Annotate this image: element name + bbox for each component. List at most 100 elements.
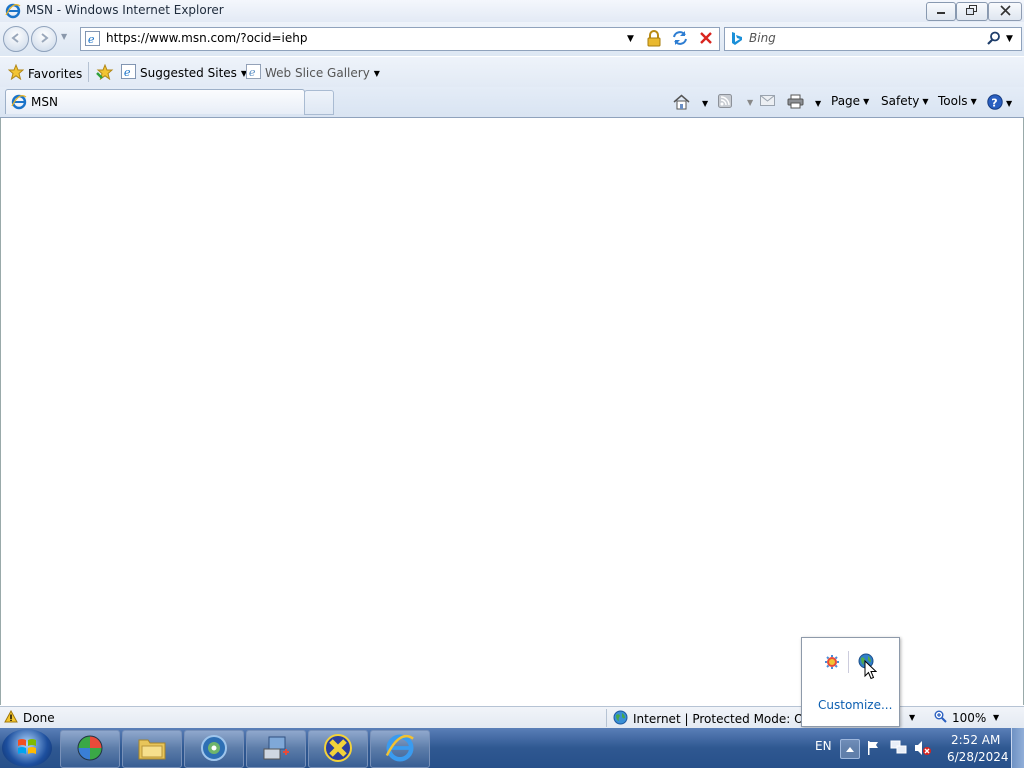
favorites-bar: Favorites e Suggested Sites ▼ e Web Slic…	[0, 57, 1024, 87]
zone-text: Internet | Protected Mode: On	[633, 712, 812, 726]
favorites-star-icon	[7, 63, 25, 83]
restore-button[interactable]	[956, 2, 988, 21]
help-button[interactable]: ? ▼	[987, 94, 1012, 113]
window-title: MSN - Windows Internet Explorer	[26, 3, 224, 17]
zoom-dropdown-icon[interactable]: ▼	[993, 713, 999, 722]
home-button[interactable]: ▼	[673, 94, 708, 113]
taskbar: EN 2:52 AM 6/28/2024	[0, 728, 1024, 768]
warning-icon	[4, 709, 18, 726]
suggested-sites-label: Suggested Sites	[140, 66, 237, 80]
status-dropdown-icon[interactable]: ▼	[909, 713, 915, 722]
taskbar-app-x[interactable]	[308, 730, 368, 768]
close-icon	[999, 4, 1011, 19]
popup-divider	[848, 651, 849, 673]
media-globe-icon	[200, 734, 228, 765]
taskbar-app-color-globe[interactable]	[60, 730, 120, 768]
search-icon[interactable]	[987, 31, 1001, 48]
volume-muted-icon[interactable]	[914, 740, 932, 759]
folder-icon	[137, 735, 167, 764]
bing-logo-icon	[731, 31, 743, 49]
search-dropdown-icon[interactable]: ▼	[1006, 34, 1013, 44]
page-menu-label: Page	[831, 94, 861, 108]
address-url[interactable]: https://www.msn.com/?ocid=iehp	[106, 31, 307, 45]
status-divider	[606, 709, 607, 727]
svg-text:?: ?	[991, 97, 997, 110]
mouse-cursor-icon	[864, 659, 878, 683]
print-button[interactable]: ▼	[787, 94, 821, 112]
print-dropdown-icon[interactable]: ▼	[815, 99, 821, 108]
search-box[interactable]: Bing ▼	[724, 27, 1022, 51]
internet-globe-icon	[613, 710, 628, 728]
taskbar-app-explorer[interactable]	[122, 730, 182, 768]
back-button[interactable]	[3, 26, 29, 52]
safety-menu-label: Safety	[881, 94, 920, 108]
taskbar-app-internet-explorer[interactable]	[370, 730, 430, 768]
show-hidden-icons-button[interactable]	[840, 739, 860, 759]
taskbar-app-media[interactable]	[184, 730, 244, 768]
help-dropdown-icon: ▼	[1006, 99, 1013, 108]
zoom-level: 100%	[952, 711, 987, 725]
tools-menu[interactable]: Tools ▼	[938, 94, 977, 108]
action-center-flag-icon[interactable]	[866, 740, 880, 759]
tab-row: MSN ▼ ▼ ▼ Page ▼ Safety ▼ Tools ▼ ? ▼	[0, 87, 1024, 118]
page-ie-icon: e	[85, 31, 100, 49]
ie-logo-icon	[5, 3, 21, 22]
customize-link[interactable]: Customize...	[818, 698, 892, 712]
refresh-icon[interactable]	[672, 30, 688, 49]
page-content-area[interactable]	[0, 118, 1024, 705]
security-zone[interactable]: Internet | Protected Mode: On	[613, 710, 811, 728]
security-lock-icon[interactable]	[646, 30, 662, 50]
color-sphere-icon	[76, 734, 104, 765]
address-dropdown-icon[interactable]: ▼	[627, 34, 634, 44]
web-slice-gallery-item[interactable]: e Web Slice Gallery ▼	[246, 64, 380, 82]
network-tray-icon[interactable]	[890, 740, 908, 759]
windows-logo-icon	[16, 736, 38, 761]
yellow-x-icon	[323, 733, 353, 766]
minimize-button[interactable]	[926, 2, 956, 21]
tools-dropdown-icon: ▼	[970, 96, 977, 106]
favorites-divider	[88, 62, 89, 82]
search-placeholder: Bing	[749, 31, 776, 45]
language-indicator[interactable]: EN	[815, 739, 832, 753]
tab-msn[interactable]: MSN	[5, 89, 305, 114]
safety-menu[interactable]: Safety ▼	[881, 94, 929, 108]
address-bar[interactable]: e https://www.msn.com/?ocid=iehp ▼	[80, 27, 720, 51]
recent-pages-dropdown-icon[interactable]: ▼	[61, 32, 67, 41]
tab-ie-icon	[11, 94, 27, 113]
svg-text:e: e	[124, 66, 131, 79]
tab-label: MSN	[31, 95, 58, 109]
zoom-control[interactable]: 100%	[934, 710, 986, 726]
status-section: Done	[4, 709, 55, 726]
close-button[interactable]	[988, 2, 1022, 21]
svg-text:e: e	[249, 66, 256, 79]
favorites-button[interactable]: Favorites	[7, 63, 82, 83]
zoom-icon	[934, 710, 947, 726]
taskbar-app-network[interactable]	[246, 730, 306, 768]
colorful-gear-icon[interactable]	[824, 654, 840, 673]
computer-network-icon	[261, 734, 291, 765]
start-button[interactable]	[2, 729, 52, 767]
clock-date[interactable]: 6/28/2024	[947, 750, 1009, 764]
add-favorite-star-icon	[96, 63, 114, 83]
show-desktop-button[interactable]	[1011, 728, 1024, 768]
status-text: Done	[23, 711, 55, 725]
stop-icon[interactable]	[699, 31, 713, 48]
page-menu[interactable]: Page ▼	[831, 94, 869, 108]
feeds-dropdown-icon[interactable]: ▼	[747, 98, 753, 107]
chevron-up-icon	[845, 742, 855, 756]
suggested-sites-ie-icon: e	[121, 64, 136, 82]
read-mail-icon[interactable]	[760, 95, 775, 109]
clock-time[interactable]: 2:52 AM	[951, 733, 1000, 747]
forward-button[interactable]	[31, 26, 57, 52]
page-dropdown-icon: ▼	[863, 96, 870, 106]
home-dropdown-icon[interactable]: ▼	[702, 99, 708, 108]
svg-text:e: e	[88, 33, 95, 46]
home-icon	[673, 94, 690, 113]
add-to-favorites-bar-button[interactable]	[96, 63, 114, 83]
forward-arrow-icon	[38, 32, 50, 47]
new-tab-button[interactable]	[304, 90, 334, 115]
feeds-button[interactable]: ▼	[718, 94, 753, 111]
notification-area-popup: Customize...	[801, 637, 900, 727]
suggested-sites-item[interactable]: e Suggested Sites ▼	[121, 64, 247, 82]
ie-taskbar-icon	[385, 733, 415, 766]
